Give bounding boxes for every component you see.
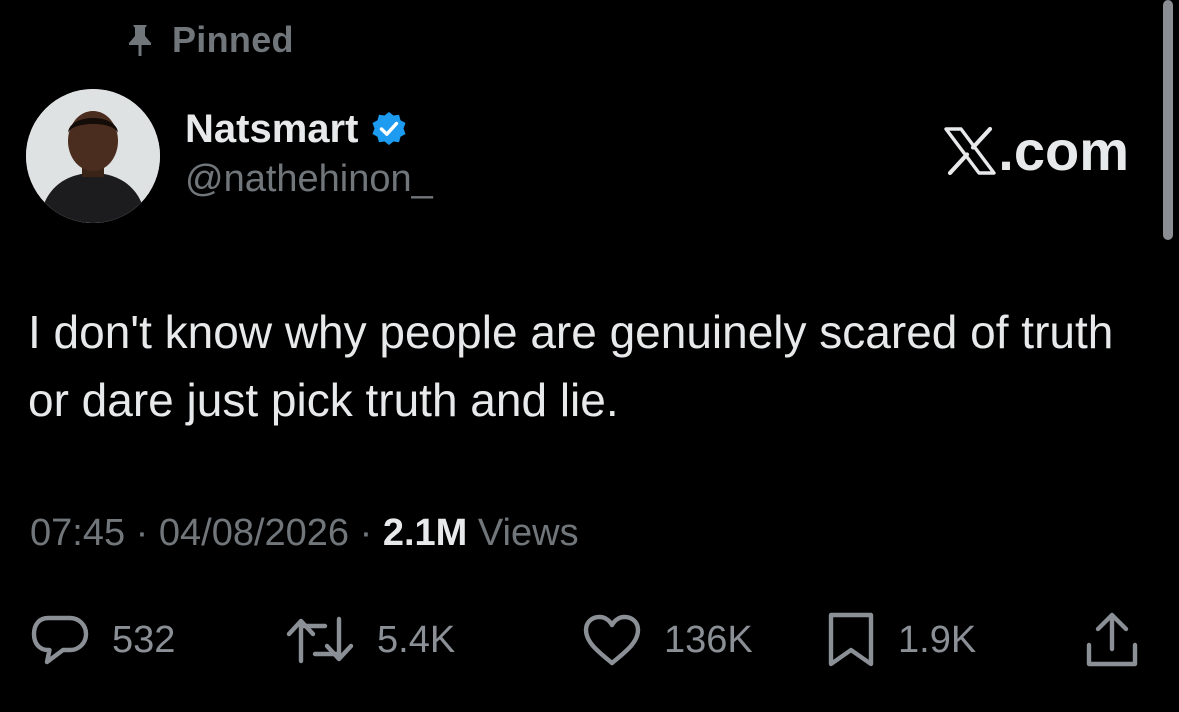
bookmark-count: 1.9K [898,618,977,661]
author-handle[interactable]: @nathehinon_ [185,158,433,201]
retweet-button[interactable]: 5.4K [285,610,455,670]
meta-separator: · [125,512,159,554]
avatar[interactable] [26,89,160,223]
views-label: Views [467,512,579,554]
bookmark-icon [826,612,876,668]
brand-watermark: .com [944,118,1129,183]
retweet-count: 5.4K [377,618,456,661]
reply-icon [30,613,90,667]
share-icon [1084,611,1140,669]
pinned-indicator: Pinned [126,18,294,62]
pinned-label: Pinned [172,19,294,60]
pin-icon [126,23,154,57]
scrollbar[interactable] [1163,0,1173,240]
verified-badge-icon [370,110,408,148]
like-button[interactable]: 136K [582,610,753,670]
like-count: 136K [664,618,753,661]
brand-suffix: .com [998,119,1129,182]
tweet-date[interactable]: 04/08/2026 [159,512,349,554]
reply-count: 532 [112,618,176,661]
tweet-time[interactable]: 07:45 [30,512,125,554]
tweet-meta: 07:45 · 04/08/2026 · 2.1M Views [30,512,579,555]
tweet-text: I don't know why people are genuinely sc… [28,306,1114,426]
meta-separator: · [349,512,383,554]
author-name-row: Natsmart [185,104,408,154]
x-logo-icon [944,126,996,175]
display-name[interactable]: Natsmart [185,107,358,152]
share-button[interactable] [1084,610,1140,670]
heart-icon [582,613,642,667]
reply-button[interactable]: 532 [30,610,175,670]
bookmark-button[interactable]: 1.9K [826,610,976,670]
retweet-icon [285,614,355,666]
views-count[interactable]: 2.1M [383,512,467,554]
tweet-actions-bar: 532 5.4K 136K 1.9K [0,610,1179,670]
